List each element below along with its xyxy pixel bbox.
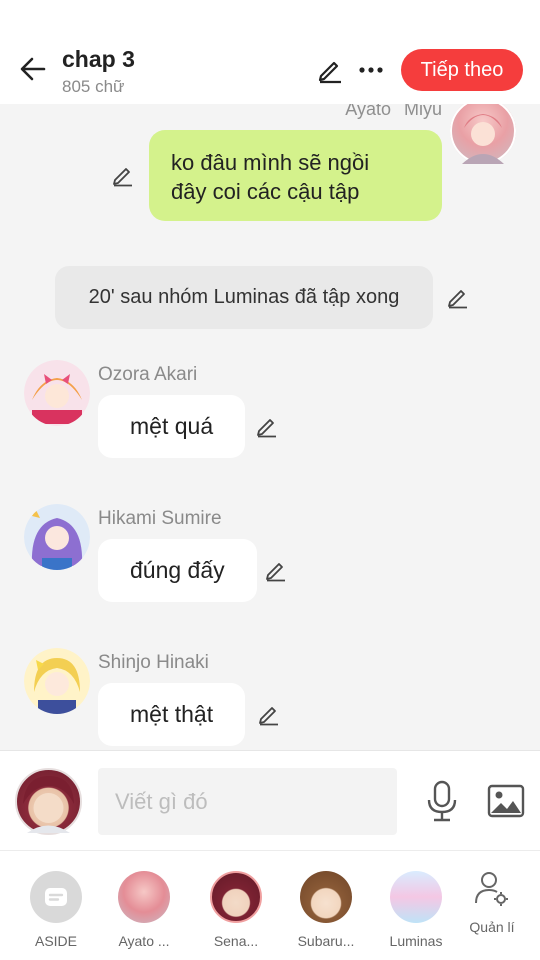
manage-user-icon bbox=[472, 869, 512, 909]
avatar bbox=[300, 871, 352, 923]
message-line: ko đâu mình sẽ ngồi bbox=[171, 150, 370, 175]
edit-message-icon[interactable] bbox=[255, 700, 283, 728]
avatar[interactable] bbox=[450, 104, 516, 164]
composer-bar bbox=[0, 750, 540, 850]
more-options-icon[interactable] bbox=[355, 54, 387, 86]
chapter-title: chap 3 bbox=[62, 46, 135, 72]
edit-message-icon[interactable] bbox=[444, 283, 472, 311]
top-bar: chap 3 805 chữ Tiếp theo bbox=[0, 0, 540, 104]
avatar bbox=[210, 871, 262, 923]
tab-subaru[interactable]: Subaru... bbox=[281, 851, 371, 960]
back-arrow-icon[interactable] bbox=[16, 52, 50, 86]
tab-aside[interactable]: ASIDE bbox=[11, 851, 101, 960]
avatar[interactable] bbox=[24, 504, 90, 570]
character-name: Hikami Sumire bbox=[98, 508, 222, 529]
avatar[interactable] bbox=[24, 648, 90, 714]
edit-message-icon[interactable] bbox=[262, 556, 290, 584]
outgoing-message[interactable]: ko đâu mình sẽ ngồi đây coi các cậu tập bbox=[149, 130, 442, 221]
tab-ayato[interactable]: Ayato ... bbox=[99, 851, 189, 960]
microphone-icon[interactable] bbox=[424, 779, 460, 823]
character-name: Shinjo Hinaki bbox=[98, 652, 209, 673]
avatar[interactable] bbox=[15, 768, 82, 835]
tab-sena[interactable]: Sena... bbox=[191, 851, 281, 960]
tab-manage[interactable]: Quản lí bbox=[447, 851, 537, 960]
incoming-message[interactable]: mệt thật bbox=[98, 683, 246, 746]
avatar bbox=[118, 871, 170, 923]
chat-area[interactable]: Ayato Miyu ko đâu mình sẽ ngồi đây coi c… bbox=[0, 104, 540, 750]
edit-message-icon[interactable] bbox=[253, 412, 281, 440]
character-name: Ozora Akari bbox=[98, 364, 198, 385]
tab-label: Sena... bbox=[213, 933, 259, 949]
message-input[interactable] bbox=[98, 768, 397, 835]
tab-label: Subaru... bbox=[297, 933, 355, 949]
tab-label: Ayato ... bbox=[118, 933, 170, 949]
edit-pencil-icon[interactable] bbox=[314, 54, 346, 86]
character-bar: ASIDE Ayato ... Sena... Subaru... Lumina… bbox=[0, 850, 540, 960]
word-count: 805 chữ bbox=[62, 77, 125, 96]
edit-message-icon[interactable] bbox=[109, 161, 137, 189]
image-icon[interactable] bbox=[487, 782, 525, 820]
avatar bbox=[390, 871, 442, 923]
incoming-message[interactable]: đúng đấy bbox=[98, 539, 257, 602]
aside-icon bbox=[30, 871, 82, 923]
next-button[interactable]: Tiếp theo bbox=[401, 49, 523, 91]
sender-names: Ayato Miyu bbox=[345, 104, 442, 119]
tab-label: Quản lí bbox=[469, 919, 515, 935]
message-line: đây coi các cậu tập bbox=[171, 179, 360, 204]
tab-label: ASIDE bbox=[34, 933, 77, 949]
incoming-message[interactable]: mệt quá bbox=[98, 395, 246, 458]
avatar[interactable] bbox=[24, 360, 90, 426]
narration-message[interactable]: 20' sau nhóm Luminas đã tập xong bbox=[55, 266, 433, 329]
